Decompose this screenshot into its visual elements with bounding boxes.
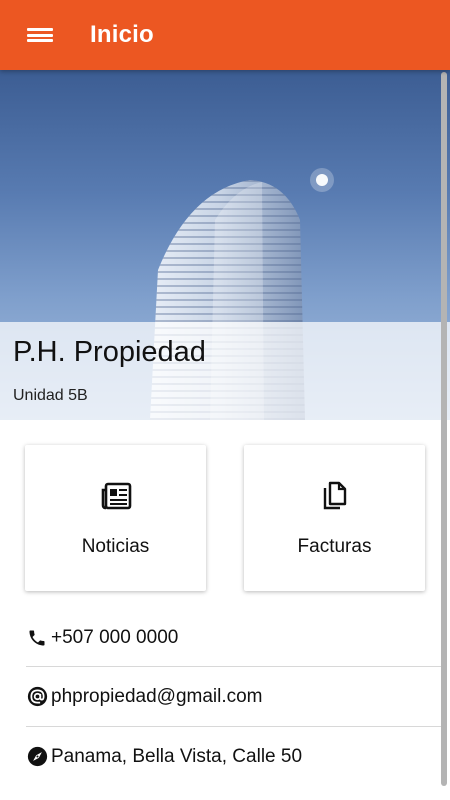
scrollbar[interactable] (441, 72, 447, 786)
news-card[interactable]: Noticias (25, 445, 206, 591)
app-bar: Inicio (0, 0, 450, 70)
news-label: Noticias (81, 536, 150, 557)
email-row[interactable]: phpropiedad@gmail.com (26, 667, 442, 726)
phone-icon (26, 627, 48, 649)
email-address: phpropiedad@gmail.com (51, 685, 263, 707)
menu-icon[interactable] (27, 25, 53, 45)
compass-icon (26, 746, 48, 768)
address-text: Panama, Bella Vista, Calle 50 (51, 745, 303, 767)
hero-banner: P.H. Propiedad Unidad 5B (0, 70, 450, 420)
at-sign-icon (26, 686, 48, 708)
shortcut-cards: Noticias Facturas (0, 445, 450, 591)
phone-row[interactable]: +507 000 0000 (26, 608, 442, 667)
bills-label: Facturas (297, 536, 372, 557)
phone-number: +507 000 0000 (51, 626, 179, 648)
address-row[interactable]: Panama, Bella Vista, Calle 50 (26, 727, 442, 786)
bills-card[interactable]: Facturas (244, 445, 425, 591)
page-title: Inicio (90, 21, 154, 48)
newspaper-icon (99, 480, 133, 512)
unit-label: Unidad 5B (13, 387, 88, 404)
documents-icon (318, 480, 352, 512)
property-name: P.H. Propiedad (13, 336, 206, 368)
